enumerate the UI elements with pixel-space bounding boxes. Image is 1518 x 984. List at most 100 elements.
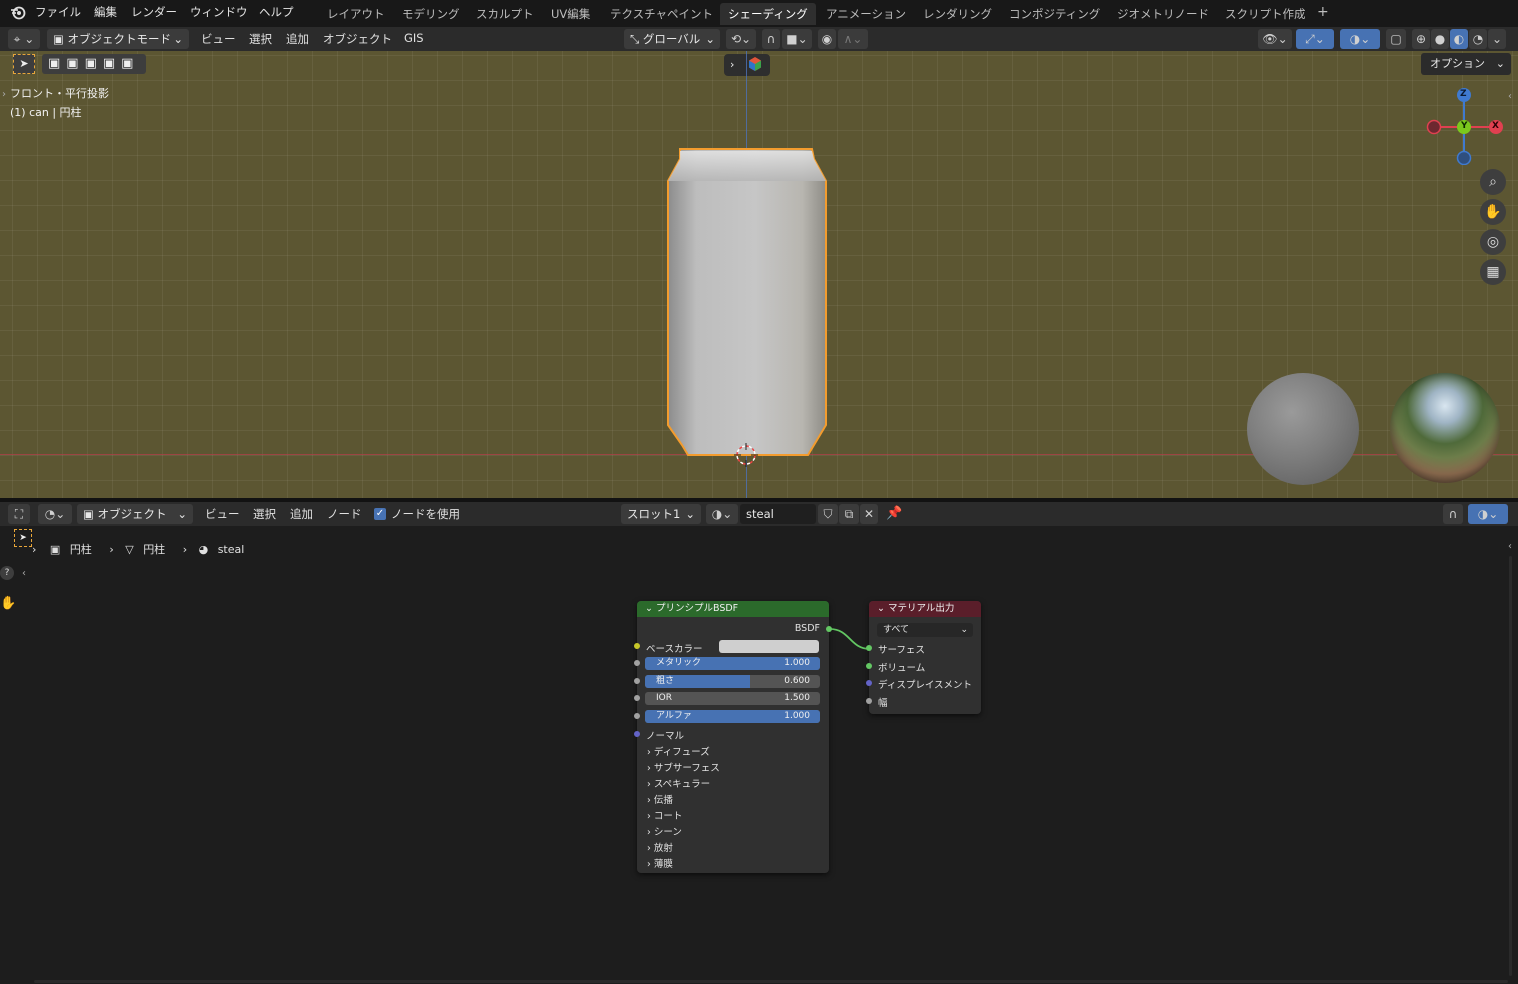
ne-annotate-icon[interactable]: ?	[0, 566, 14, 580]
gizmo-toggle-icon[interactable]: ⤢⌄	[1296, 29, 1334, 49]
panel-coat[interactable]: › コート	[647, 808, 682, 822]
metallic-socket[interactable]	[634, 660, 640, 666]
ne-pan-hand-icon[interactable]: ✋	[0, 596, 16, 614]
metallic-field[interactable]: メタリック 1.000	[645, 657, 820, 670]
thickness-socket[interactable]	[866, 698, 872, 704]
vp-menu-add[interactable]: 追加	[286, 31, 309, 47]
can-object[interactable]	[660, 143, 836, 461]
output-target-dropdown[interactable]: すべて ⌄	[877, 623, 973, 637]
mode-dropdown[interactable]: ▣ オブジェクトモード ⌄	[47, 29, 189, 49]
node-editor-type-icon[interactable]: ⛶	[8, 504, 30, 524]
material-output-node[interactable]: ⌄ マテリアル出力 すべて ⌄ サーフェス ボリューム ディスプレイスメント 幅	[869, 601, 981, 714]
fake-user-shield-icon[interactable]: ⛉	[818, 504, 838, 524]
tab-texture-paint[interactable]: テクスチャペイント	[607, 6, 716, 22]
vp-menu-view[interactable]: ビュー	[201, 31, 236, 47]
snap-toggle-icon[interactable]: ∩	[1443, 504, 1463, 524]
tab-uv-editing[interactable]: UV編集	[548, 6, 593, 22]
snap-target-icon[interactable]: ■⌄	[782, 29, 812, 49]
collapse-chevron-icon[interactable]: ⌄	[645, 603, 656, 614]
snap-icon[interactable]: ∩	[762, 29, 780, 49]
slot-dropdown[interactable]: スロット1 ⌄	[621, 504, 701, 524]
node-link[interactable]	[828, 624, 872, 654]
panel-transmission[interactable]: › 伝播	[647, 792, 673, 806]
menu-edit[interactable]: 編集	[94, 4, 117, 20]
menu-help[interactable]: ヘルプ	[259, 4, 294, 20]
zoom-icon[interactable]: ⌕	[1480, 169, 1506, 195]
collapse-chevron-icon[interactable]: ⌄	[877, 603, 888, 614]
shading-options-icon[interactable]: ⌄	[1488, 29, 1506, 49]
3d-cursor-icon[interactable]	[734, 443, 758, 467]
ne-hscrollbar[interactable]	[34, 980, 1508, 983]
shading-material-icon[interactable]: ◐	[1450, 29, 1468, 49]
sidebar-toggle-right-icon[interactable]: ‹	[1508, 91, 1512, 102]
bsdf-output-socket[interactable]	[826, 626, 832, 632]
pivot-icon[interactable]: ⟲⌄	[726, 29, 756, 49]
ne-menu-select[interactable]: 選択	[253, 506, 276, 522]
select-tool-icon[interactable]: ➤	[13, 54, 35, 74]
ne-scrollbar[interactable]	[1509, 556, 1512, 976]
ne-select-tool-icon[interactable]: ➤	[14, 529, 32, 547]
ne-menu-add[interactable]: 追加	[290, 506, 313, 522]
displacement-socket[interactable]	[866, 680, 872, 686]
ne-toolbar-collapse-icon[interactable]: ‹	[22, 568, 26, 579]
material-browse-icon[interactable]: ◑⌄	[706, 504, 738, 524]
pin-icon[interactable]: 📌	[886, 506, 902, 521]
shading-rendered-icon[interactable]: ◔	[1469, 29, 1487, 49]
menu-render[interactable]: レンダー	[131, 4, 177, 20]
visibility-icon[interactable]: 👁⌄	[1258, 29, 1292, 49]
pan-hand-icon[interactable]: ✋	[1480, 199, 1506, 225]
panel-thin-film[interactable]: › 薄膜	[647, 856, 673, 870]
use-nodes-checkbox[interactable]: ✓	[374, 508, 386, 520]
roughness-socket[interactable]	[634, 678, 640, 684]
output-node-header[interactable]: ⌄ マテリアル出力	[869, 601, 981, 617]
tab-geometry-nodes[interactable]: ジオメトリノード	[1114, 6, 1212, 22]
falloff-icon[interactable]: ∧⌄	[838, 29, 868, 49]
ne-overlay-icon[interactable]: ◑⌄	[1468, 504, 1508, 524]
tab-rendering[interactable]: レンダリング	[920, 6, 995, 22]
panel-sheen[interactable]: › シーン	[647, 824, 682, 838]
tab-scripting[interactable]: スクリプト作成	[1222, 6, 1309, 22]
sidebar-toggle-left-icon[interactable]: ›	[2, 89, 6, 100]
material-name-field[interactable]: steal	[740, 504, 816, 524]
normal-socket[interactable]	[634, 731, 640, 737]
blender-logo-icon[interactable]	[10, 5, 26, 21]
ortho-grid-icon[interactable]: ▦	[1480, 259, 1506, 285]
tab-modeling[interactable]: モデリング	[399, 6, 463, 22]
roughness-field[interactable]: 粗さ 0.600	[645, 675, 820, 688]
principled-bsdf-node[interactable]: ⌄ プリンシプルBSDF BSDF ベースカラー メタリック 1.000 粗さ …	[637, 601, 829, 873]
toggle-header-icon[interactable]: ›	[724, 54, 770, 76]
shading-wireframe-icon[interactable]: ⊕	[1412, 29, 1430, 49]
selection-mode-group[interactable]: ▣▣▣▣▣	[42, 54, 146, 74]
panel-subsurface[interactable]: › サブサーフェス	[647, 760, 720, 774]
panel-diffuse[interactable]: › ディフューズ	[647, 744, 710, 758]
unlink-material-icon[interactable]: ✕	[860, 504, 878, 524]
proportional-edit-icon[interactable]: ◉	[818, 29, 836, 49]
ior-field[interactable]: IOR 1.500	[645, 692, 820, 705]
menu-window[interactable]: ウィンドウ	[190, 4, 248, 20]
panel-emission[interactable]: › 放射	[647, 840, 673, 854]
options-dropdown[interactable]: オプション ⌄	[1421, 53, 1511, 75]
tab-compositing[interactable]: コンポジティング	[1006, 6, 1103, 22]
alpha-field[interactable]: アルファ 1.000	[645, 710, 820, 723]
orientation-dropdown[interactable]: ⤡ グローバル ⌄	[624, 29, 720, 49]
overlay-toggle-icon[interactable]: ◑⌄	[1340, 29, 1380, 49]
shader-type-icon[interactable]: ◔⌄	[38, 504, 72, 524]
duplicate-material-icon[interactable]: ⧉	[839, 504, 859, 524]
ne-menu-node[interactable]: ノード	[327, 506, 362, 522]
shading-solid-icon[interactable]: ●	[1431, 29, 1449, 49]
menu-file[interactable]: ファイル	[35, 4, 81, 20]
ne-menu-view[interactable]: ビュー	[205, 506, 240, 522]
editor-type-icon[interactable]: ⌖ ⌄	[8, 29, 40, 49]
volume-socket[interactable]	[866, 663, 872, 669]
surface-socket[interactable]	[866, 645, 872, 651]
tab-layout[interactable]: レイアウト	[324, 6, 388, 22]
base-color-socket[interactable]	[634, 643, 640, 649]
base-color-swatch[interactable]	[719, 640, 819, 653]
3d-viewport[interactable]: ➤ ▣▣▣▣▣ › オプション ⌄ フロント・平行投影 (1) can | 円柱	[0, 51, 1518, 498]
vp-menu-select[interactable]: 選択	[249, 31, 272, 47]
vp-menu-object[interactable]: オブジェクト	[323, 31, 392, 47]
ior-socket[interactable]	[634, 695, 640, 701]
tab-sculpt[interactable]: スカルプト	[473, 6, 537, 22]
shader-object-dropdown[interactable]: ▣ オブジェクト ⌄	[77, 504, 193, 524]
tab-shading[interactable]: シェーディング	[720, 3, 816, 25]
